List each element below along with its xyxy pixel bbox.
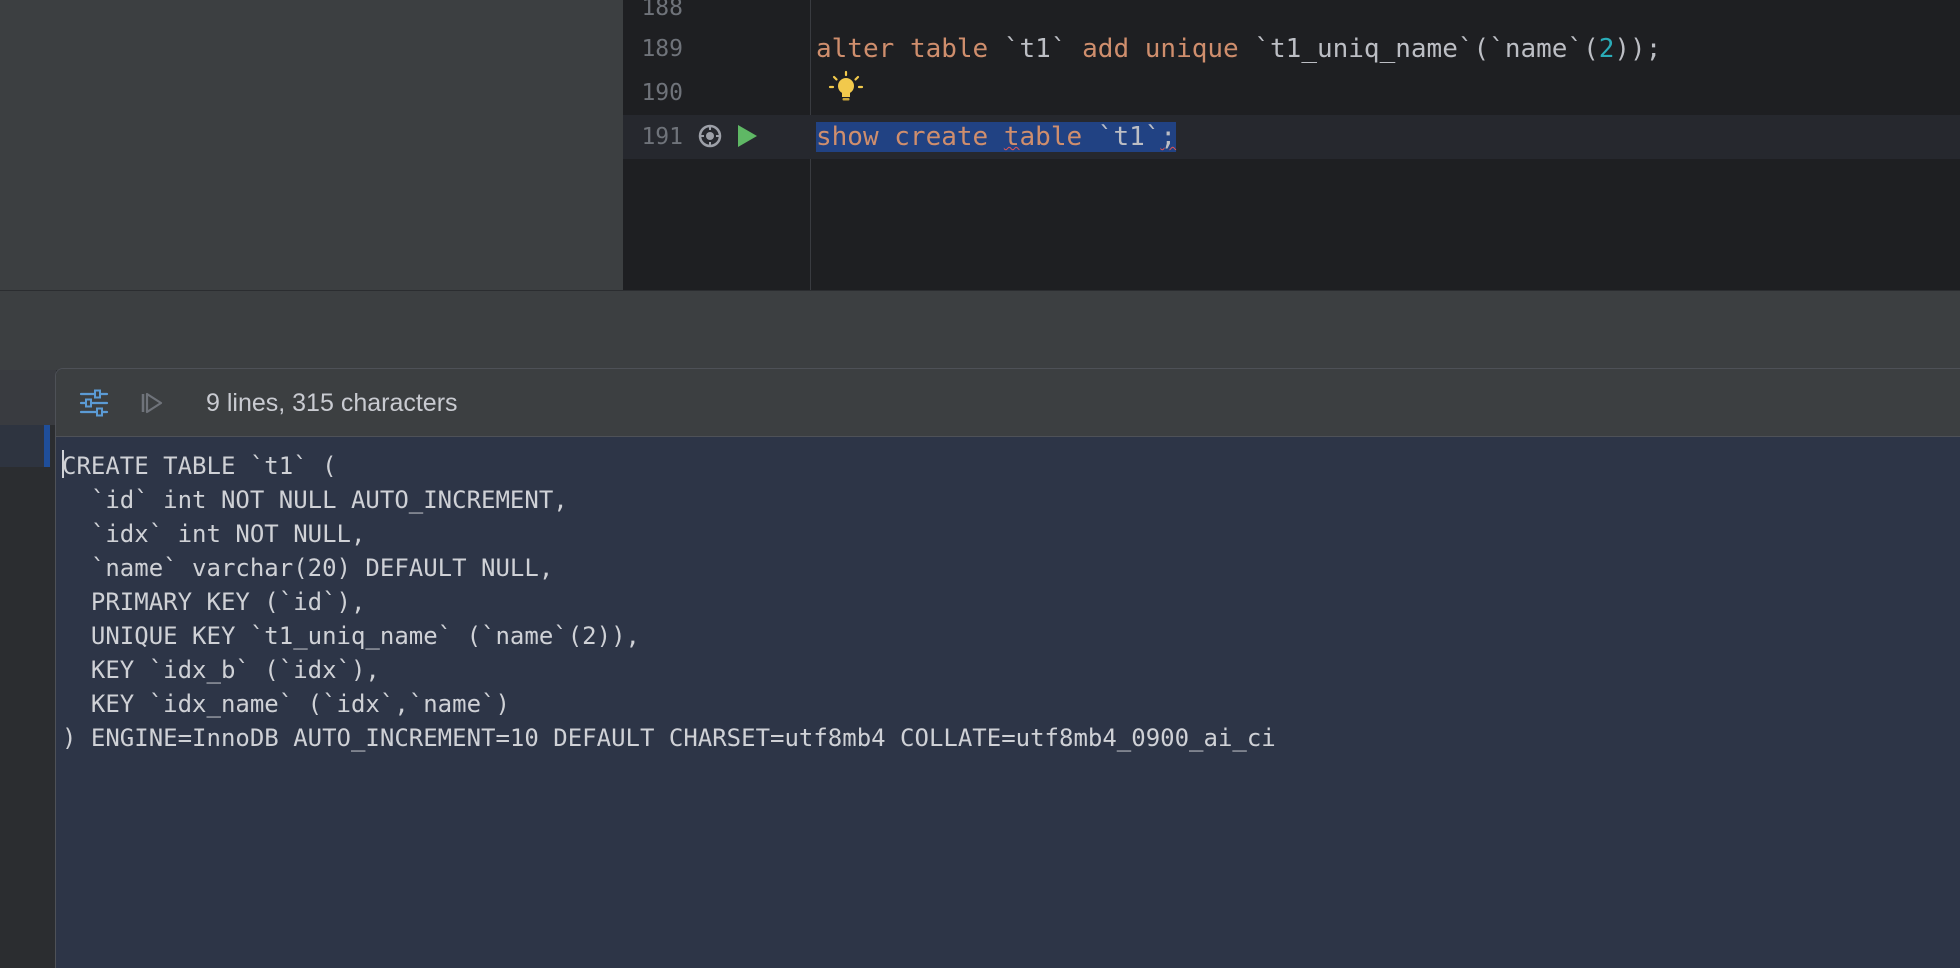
identifier: `t1` — [1003, 34, 1067, 64]
value-text-area[interactable]: CREATE TABLE `t1` ( `id` int NOT NULL AU… — [56, 437, 1960, 968]
code-line-selected[interactable]: show create table `t1`; — [816, 115, 1177, 159]
keyword: add — [1082, 34, 1130, 64]
popup-toolbar: 9 lines, 315 characters — [56, 369, 1960, 437]
output-line: `idx` int NOT NULL, — [62, 520, 366, 548]
keyword: table — [909, 34, 989, 64]
left-panel-selected-row[interactable] — [0, 425, 50, 467]
left-panel-bottom — [0, 370, 56, 968]
output-line: KEY `idx_b` (`idx`), — [62, 656, 380, 684]
line-number: 188 — [641, 0, 683, 21]
lightbulb-icon[interactable] — [828, 70, 864, 106]
line-number: 189 — [641, 36, 683, 62]
sql-editor[interactable]: 188 189 alter table `t1` add unique `t1_… — [623, 0, 1960, 290]
execution-options-icon[interactable] — [698, 124, 722, 148]
editor-line-190: 190 — [623, 71, 1960, 115]
keyword: show — [816, 122, 879, 152]
keyword: create — [894, 122, 989, 152]
identifier: `t1_uniq_name`(`name`( — [1254, 34, 1599, 64]
output-text[interactable]: CREATE TABLE `t1` ( `id` int NOT NULL AU… — [62, 449, 1276, 755]
punctuation: ; — [1160, 122, 1177, 152]
punctuation: )); — [1614, 34, 1662, 64]
line-number: 190 — [641, 80, 683, 106]
tool-window-divider — [0, 290, 1960, 370]
play-disabled-icon[interactable] — [136, 387, 168, 419]
output-line: UNIQUE KEY `t1_uniq_name` (`name`(2)), — [62, 622, 640, 650]
editor-line-189[interactable]: 189 alter table `t1` add unique `t1_uniq… — [623, 27, 1960, 71]
left-panel-row — [0, 370, 56, 425]
output-line: `id` int NOT NULL AUTO_INCREMENT, — [62, 486, 568, 514]
output-line: CREATE TABLE `t1` ( — [62, 452, 337, 480]
number-literal: 2 — [1598, 34, 1615, 64]
keyword-warning: t — [1003, 122, 1020, 152]
line-number: 191 — [641, 124, 683, 150]
keyword: alter — [816, 34, 895, 64]
editor-line-188: 188 — [623, 0, 1960, 30]
output-line: KEY `idx_name` (`idx`,`name`) — [62, 690, 510, 718]
output-line: ) ENGINE=InnoDB AUTO_INCREMENT=10 DEFAUL… — [62, 724, 1276, 752]
value-viewer-popup[interactable]: 9 lines, 315 characters CREATE TABLE `t1… — [55, 368, 1960, 968]
code-line[interactable]: alter table `t1` add unique `t1_uniq_nam… — [816, 27, 1661, 71]
keyword: able — [1019, 122, 1083, 152]
run-icon[interactable] — [736, 124, 758, 148]
settings-sliders-icon[interactable] — [78, 387, 110, 419]
output-line: `name` varchar(20) DEFAULT NULL, — [62, 554, 554, 582]
editor-line-191[interactable]: 191 show create table `t1`; — [623, 115, 1960, 159]
popup-title: 9 lines, 315 characters — [206, 389, 458, 417]
keyword: unique — [1144, 34, 1239, 64]
left-panel-top — [0, 0, 623, 290]
identifier: `t1` — [1097, 122, 1161, 152]
output-line: PRIMARY KEY (`id`), — [62, 588, 366, 616]
